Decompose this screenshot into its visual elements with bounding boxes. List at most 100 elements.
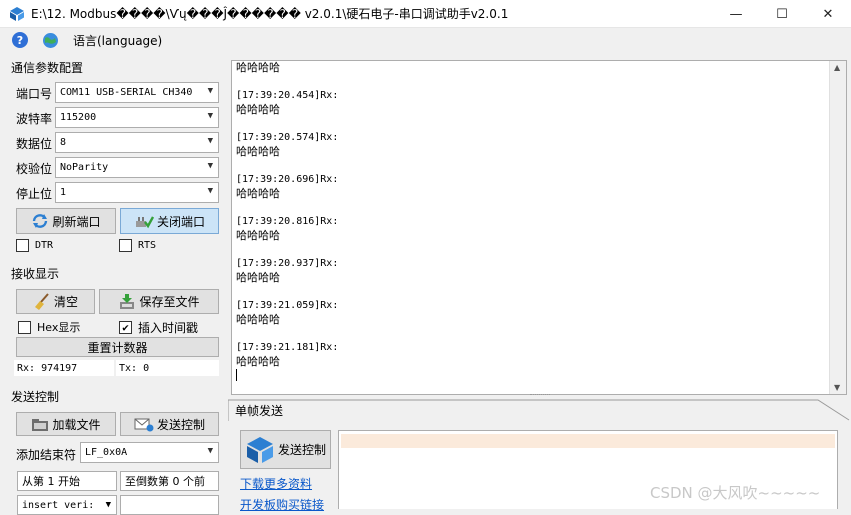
stopbits-label: 停止位 <box>16 187 53 201</box>
clear-label: 清空 <box>53 295 78 309</box>
log-line: 哈哈哈哈 <box>236 103 280 116</box>
close-port-label: 关闭端口 <box>156 214 205 229</box>
databits-select[interactable]: 8 ▼ <box>55 132 219 153</box>
hex-display-checkbox[interactable]: Hex显示 <box>18 319 80 335</box>
baud-label: 波特率 <box>16 112 53 126</box>
send-control-label: 发送控制 <box>156 417 205 432</box>
cube-logo-icon <box>245 435 275 465</box>
comm-section-title: 通信参数配置 <box>11 61 84 75</box>
log-blank-line <box>236 201 846 215</box>
log-blank-line <box>236 243 846 257</box>
title-bar: E:\12. Modbus����\Ѵų���Ĵ������ v2.0.1\硬石… <box>0 0 851 28</box>
help-icon[interactable]: ? <box>12 32 28 48</box>
end-index-field[interactable]: 至倒数第 0 个前 <box>120 471 219 491</box>
plug-icon <box>134 213 154 229</box>
log-line: 哈哈哈哈 <box>236 271 280 284</box>
send-mail-icon <box>134 416 154 432</box>
chevron-down-icon: ▼ <box>207 136 213 146</box>
port-label: 端口号 <box>16 87 53 101</box>
end-char-select[interactable]: LF_0x0A ▼ <box>80 442 219 463</box>
save-file-icon <box>118 293 136 311</box>
hex-checkbox-box[interactable] <box>18 320 31 334</box>
close-port-button[interactable]: 关闭端口 <box>120 208 219 234</box>
minimize-button[interactable]: — <box>713 0 759 28</box>
parity-select[interactable]: NoParity ▼ <box>55 157 219 178</box>
broom-icon <box>33 292 51 311</box>
watermark: CSDN @大风吹~~~~~ <box>650 484 821 502</box>
receive-textarea[interactable]: 哈哈哈哈 [17:39:20.454]Rx: 哈哈哈哈 [17:39:20.574]R… <box>231 60 847 395</box>
rts-checkbox-box[interactable] <box>119 239 132 252</box>
tab-send-control-button[interactable]: 发送控制 <box>240 430 331 469</box>
log-line: [17:39:20.937]Rx: <box>236 258 339 269</box>
load-file-button[interactable]: 加载文件 <box>16 412 116 436</box>
insert-mode-select[interactable]: insert veri: ▼ <box>17 495 117 515</box>
dtr-label: DTR <box>35 240 54 251</box>
save-to-file-label: 保存至文件 <box>139 295 200 309</box>
log-blank-line <box>236 327 846 341</box>
maximize-button[interactable]: ☐ <box>759 0 805 28</box>
timestamp-checkbox-box[interactable]: ✔ <box>119 321 132 334</box>
log-line: [17:39:20.454]Rx: <box>236 90 339 101</box>
timestamp-checkbox[interactable]: ✔ 插入时间戳 <box>119 319 198 336</box>
hex-display-label: Hex显示 <box>37 321 81 334</box>
baud-select[interactable]: 115200 ▼ <box>55 107 219 128</box>
log-line: [17:39:21.059]Rx: <box>236 300 339 311</box>
log-blank-line <box>236 117 846 131</box>
log-line: 哈哈哈哈 <box>236 187 280 200</box>
globe-icon[interactable] <box>42 32 59 49</box>
log-line: [17:39:20.816]Rx: <box>236 216 339 227</box>
tab-send-control-label: 发送控制 <box>277 443 326 457</box>
folder-icon <box>31 416 49 432</box>
scroll-up-icon[interactable]: ▲ <box>834 63 840 72</box>
chevron-down-icon: ▼ <box>207 186 213 196</box>
vertical-scrollbar[interactable]: ▲ ▼ <box>829 61 846 394</box>
log-line: 哈哈哈哈 <box>236 313 280 326</box>
clear-button[interactable]: 清空 <box>16 289 95 314</box>
buy-board-link[interactable]: 开发板购买链接 <box>240 496 324 513</box>
current-line-highlight <box>341 434 835 448</box>
reset-counter-button[interactable]: 重置计数器 <box>16 337 219 357</box>
download-more-link[interactable]: 下载更多资料 <box>240 475 312 492</box>
chevron-down-icon: ▼ <box>207 86 213 96</box>
log-line: 哈哈哈哈 <box>236 229 280 242</box>
text-caret-line <box>236 369 846 383</box>
tab-single-frame[interactable]: 单帧发送 <box>235 402 283 419</box>
refresh-port-label: 刷新端口 <box>52 214 101 229</box>
dtr-checkbox-box[interactable] <box>16 239 29 252</box>
load-file-label: 加载文件 <box>52 417 101 432</box>
log-line: 哈哈哈哈 <box>236 145 280 158</box>
log-line: [17:39:20.574]Rx: <box>236 132 339 143</box>
log-blank-line <box>236 159 846 173</box>
insert-value-field[interactable] <box>120 495 219 515</box>
stopbits-select[interactable]: 1 ▼ <box>55 182 219 203</box>
chevron-down-icon: ▼ <box>207 111 213 121</box>
log-line: [17:39:21.181]Rx: <box>236 342 339 353</box>
left-panel: 通信参数配置 端口号 COM11 USB-SERIAL CH340 ▼ 波特率 1… <box>0 52 228 515</box>
rts-label: RTS <box>138 240 157 251</box>
port-select[interactable]: COM11 USB-SERIAL CH340 ▼ <box>55 82 219 103</box>
language-menu[interactable]: 语言(language) <box>73 32 162 49</box>
dtr-checkbox[interactable]: DTR <box>16 239 53 252</box>
scroll-down-icon[interactable]: ▼ <box>834 383 840 392</box>
chevron-down-icon: ▼ <box>207 446 213 456</box>
splitter-grip[interactable] <box>530 394 550 397</box>
save-to-file-button[interactable]: 保存至文件 <box>99 289 219 314</box>
app-logo-icon <box>10 6 24 21</box>
tx-counter: Tx: 0 <box>116 360 219 376</box>
text-caret <box>236 369 237 381</box>
refresh-icon <box>31 213 49 229</box>
window-title: E:\12. Modbus����\Ѵų���Ĵ������ v2.0.1\硬石… <box>31 7 509 21</box>
rts-checkbox[interactable]: RTS <box>119 239 156 252</box>
log-blank-line <box>236 285 846 299</box>
send-control-button[interactable]: 发送控制 <box>120 412 219 436</box>
parity-label: 校验位 <box>16 162 53 176</box>
rx-counter: Rx: 974197 <box>14 360 114 376</box>
receive-log: 哈哈哈哈 [17:39:20.454]Rx: 哈哈哈哈 [17:39:20.574]R… <box>232 61 846 383</box>
refresh-port-button[interactable]: 刷新端口 <box>16 208 116 234</box>
tab-outline <box>228 399 850 421</box>
send-section-title: 发送控制 <box>11 390 60 404</box>
start-index-field[interactable]: 从第 1 开始 <box>17 471 117 491</box>
close-window-button[interactable]: ✕ <box>805 0 851 28</box>
timestamp-label: 插入时间戳 <box>138 321 199 335</box>
recv-section-title: 接收显示 <box>11 267 60 281</box>
